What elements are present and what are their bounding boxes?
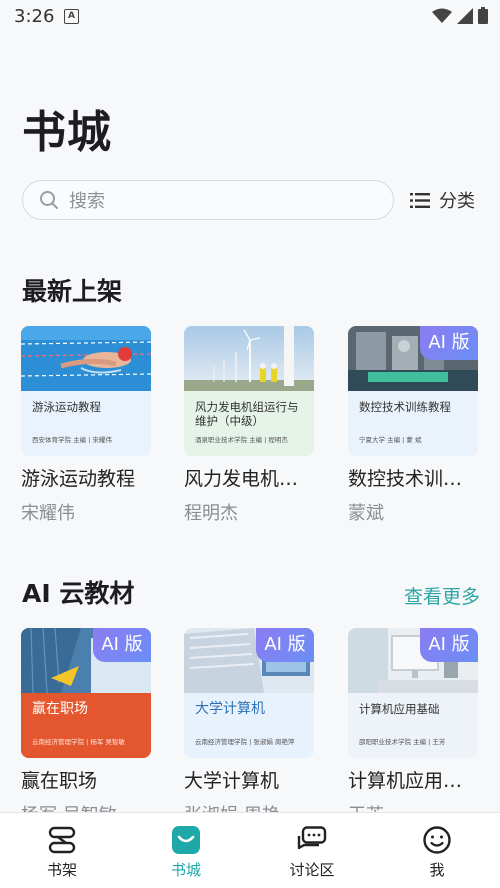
list-icon: [410, 192, 430, 208]
cover-title: 计算机应用基础: [359, 702, 440, 716]
cover-body: 数控技术训练教程 宁夏大学 主编 | 蒙 斌: [348, 391, 478, 456]
discussion-icon: [297, 826, 327, 850]
cover-meta: 邵阳职业技术学院 主编 | 王芳: [359, 738, 446, 746]
section-title-ai: AI 云教材: [22, 579, 135, 608]
status-time: 3:26: [14, 6, 55, 27]
book-author: 蒙斌: [348, 503, 384, 524]
wifi-icon: [432, 8, 452, 23]
cover-title: 游泳运动教程: [32, 400, 101, 414]
book-cover: 计算机应用基础 邵阳职业技术学院 主编 | 王芳 AI 版: [348, 628, 478, 758]
cover-body: 风力发电机组运行与维护（中级） 酒泉职业技术学院 主编 | 程明杰: [184, 391, 314, 456]
nav-item-discussion[interactable]: 讨论区: [267, 825, 357, 880]
book-name: 大学计算机: [184, 770, 280, 792]
cover-title: 风力发电机组运行与维护（中级）: [195, 400, 299, 428]
cover-title: 赢在职场: [32, 701, 88, 717]
book-cover: 风力发电机组运行与维护（中级） 酒泉职业技术学院 主编 | 程明杰: [184, 326, 314, 456]
nav-item-bookshelf[interactable]: 书架: [17, 825, 107, 880]
swimmer-image: [21, 326, 151, 391]
ai-version-badge: AI 版: [93, 628, 151, 662]
book-author: 宋耀伟: [21, 503, 75, 524]
book-name: 计算机应用基...: [348, 770, 478, 792]
book-card[interactable]: 计算机应用基础 邵阳职业技术学院 主编 | 王芳 AI 版 计算机应用基... …: [348, 628, 480, 827]
search-input[interactable]: 搜索: [22, 180, 394, 220]
ai-version-badge: AI 版: [420, 326, 478, 360]
book-name: 赢在职场: [21, 770, 98, 792]
ai-version-badge: AI 版: [420, 628, 478, 662]
wind-turbine-image: [184, 326, 314, 391]
cover-meta: 西安体育学院 主编 | 宋耀伟: [32, 436, 112, 444]
book-cover: 游泳运动教程 西安体育学院 主编 | 宋耀伟: [21, 326, 151, 456]
nav-label: 书架: [46, 861, 77, 879]
book-card[interactable]: 游泳运动教程 西安体育学院 主编 | 宋耀伟 游泳运动教程 宋耀伟: [21, 326, 153, 525]
search-icon: [40, 191, 58, 209]
notification-icon: A: [64, 9, 79, 24]
cover-body: 计算机应用基础 邵阳职业技术学院 主编 | 王芳: [348, 693, 478, 758]
cover-body: 赢在职场 云南经济管理学院 | 杨军 吴智敏: [21, 693, 151, 758]
cover-title: 大学计算机: [195, 701, 265, 717]
book-card[interactable]: 风力发电机组运行与维护（中级） 酒泉职业技术学院 主编 | 程明杰 风力发电机组…: [184, 326, 316, 525]
book-card[interactable]: 赢在职场 云南经济管理学院 | 杨军 吴智敏 AI 版 赢在职场 杨军 吴智敏: [21, 628, 153, 827]
nav-label: 书城: [170, 861, 201, 879]
book-name: 风力发电机组...: [184, 468, 314, 490]
book-cover: 数控技术训练教程 宁夏大学 主编 | 蒙 斌 AI 版: [348, 326, 478, 456]
smiley-icon: [423, 826, 451, 854]
search-placeholder: 搜索: [69, 191, 105, 212]
book-name: 游泳运动教程: [21, 468, 136, 490]
cover-title: 数控技术训练教程: [359, 400, 451, 414]
cover-meta: 宁夏大学 主编 | 蒙 斌: [359, 436, 422, 444]
book-author: 程明杰: [184, 503, 238, 524]
signal-icon: [457, 7, 473, 24]
cover-meta: 酒泉职业技术学院 主编 | 程明杰: [195, 436, 288, 444]
bookstore-icon: [172, 826, 200, 854]
book-card[interactable]: 大学计算机 云南经济管理学院 | 张淑娟 周艳萍 AI 版 大学计算机 张淑娟 …: [184, 628, 316, 827]
bookshelf-icon: [48, 826, 76, 854]
bottom-nav: 书架 书城 讨论区 我: [0, 812, 500, 888]
nav-label: 讨论区: [289, 861, 335, 879]
book-name: 数控技术训练...: [348, 468, 478, 490]
book-cover: 赢在职场 云南经济管理学院 | 杨军 吴智敏 AI 版: [21, 628, 151, 758]
cover-meta: 云南经济管理学院 | 张淑娟 周艳萍: [195, 738, 295, 746]
section-title-latest: 最新上架: [22, 277, 123, 306]
ai-version-badge: AI 版: [256, 628, 314, 662]
status-indicators: [432, 7, 488, 24]
book-cover: 大学计算机 云南经济管理学院 | 张淑娟 周艳萍 AI 版: [184, 628, 314, 758]
page-title: 书城: [22, 107, 112, 158]
cover-body: 游泳运动教程 西安体育学院 主编 | 宋耀伟: [21, 391, 151, 456]
battery-icon: [478, 7, 488, 24]
category-button[interactable]: 分类: [410, 186, 475, 214]
cover-body: 大学计算机 云南经济管理学院 | 张淑娟 周艳萍: [184, 693, 314, 758]
nav-item-bookstore[interactable]: 书城: [141, 825, 231, 880]
cover-meta: 云南经济管理学院 | 杨军 吴智敏: [32, 738, 125, 746]
view-more-link[interactable]: 查看更多: [404, 582, 480, 609]
book-card[interactable]: 数控技术训练教程 宁夏大学 主编 | 蒙 斌 AI 版 数控技术训练... 蒙斌: [348, 326, 480, 525]
category-label: 分类: [439, 191, 475, 212]
nav-label: 我: [429, 861, 445, 879]
nav-item-me[interactable]: 我: [392, 825, 482, 880]
status-bar: 3:26 A: [0, 0, 500, 34]
